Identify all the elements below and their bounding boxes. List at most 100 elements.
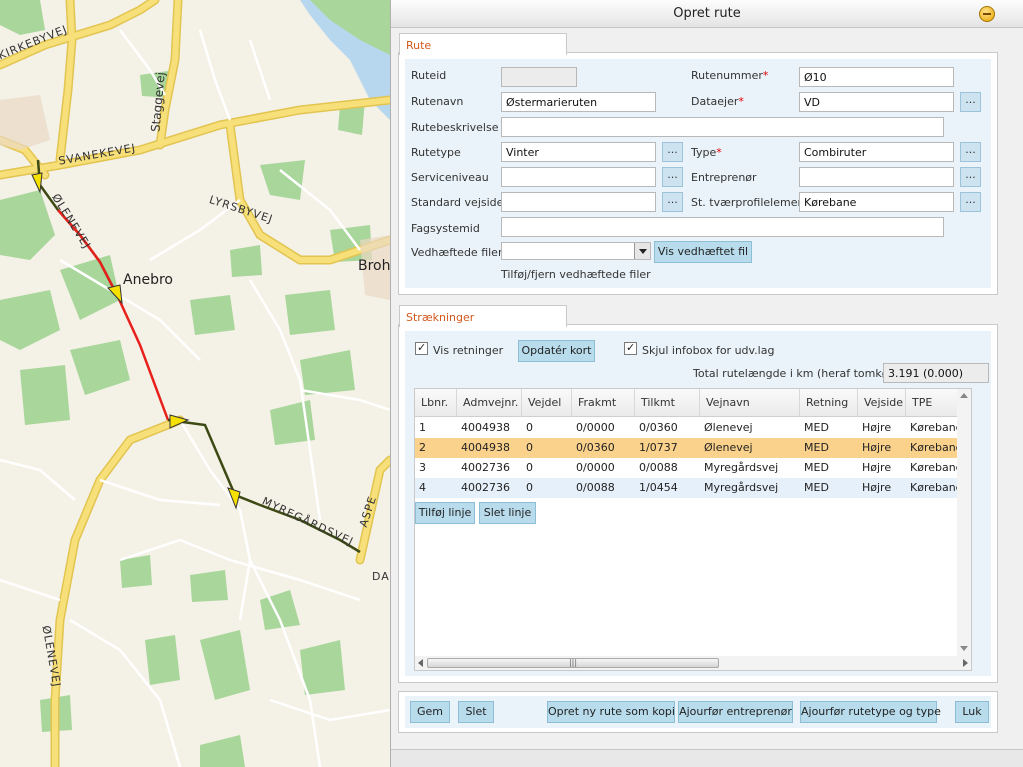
entreprenor-lookup-button[interactable]: ...: [960, 167, 981, 187]
serviceniveau-lookup-button[interactable]: ...: [662, 167, 683, 187]
slet-button[interactable]: Slet: [458, 701, 494, 723]
col-retning[interactable]: Retning: [800, 389, 858, 417]
cell: Højre: [862, 481, 892, 494]
dialog-title: Opret rute: [673, 6, 741, 21]
cell: 4004938: [461, 421, 510, 434]
col-vejnavn[interactable]: Vejnavn: [700, 389, 800, 417]
cell: 3: [419, 461, 426, 474]
cell: 1: [419, 421, 426, 434]
rutebeskrivelse-input[interactable]: [501, 117, 944, 137]
total-rutelaengde-label: Total rutelængde i km (heraf tomkørsel): [693, 367, 913, 380]
vis-retninger-label: Vis retninger: [433, 344, 504, 357]
cell: 2: [419, 441, 426, 454]
tilfoj-linje-button[interactable]: Tilføj linje: [415, 502, 475, 524]
cell: MED: [804, 441, 829, 454]
ruteid-label: Ruteid: [411, 69, 447, 82]
map-village: [0, 95, 50, 150]
grid-header: Lbnr. Admvejnr. Vejdel Frakmt Tilkmt Vej…: [415, 389, 970, 417]
vedhaeftede-filer-label: Vedhæftede filer:: [411, 246, 506, 259]
col-vejside[interactable]: Vejside: [858, 389, 906, 417]
dataejer-input[interactable]: [799, 92, 954, 112]
map-canvas[interactable]: [0, 0, 390, 767]
map-label-da: DA: [372, 570, 390, 583]
scroll-up-icon[interactable]: [960, 393, 968, 398]
ruteid-input: [501, 67, 577, 87]
rutebeskrivelse-label: Rutebeskrivelse: [411, 121, 499, 134]
col-tilkmt[interactable]: Tilkmt: [635, 389, 700, 417]
cell: 0: [526, 421, 533, 434]
col-lbnr[interactable]: Lbnr.: [415, 389, 457, 417]
rute-form: Ruteid Rutenummer* Rutenavn Dataejer* ..…: [405, 59, 991, 288]
dialog-titlebar[interactable]: Opret rute: [391, 0, 1023, 28]
standard-vejside-lookup-button[interactable]: ...: [662, 192, 683, 212]
opdater-kort-button[interactable]: Opdatér kort: [518, 340, 595, 362]
st-tvaerprofil-lookup-button[interactable]: ...: [960, 192, 981, 212]
col-vejdel[interactable]: Vejdel: [522, 389, 572, 417]
cell: 0/0088: [639, 461, 678, 474]
cell: Myregårdsvej: [704, 481, 779, 494]
rutenummer-label: Rutenummer*: [691, 69, 768, 82]
scroll-right-icon[interactable]: [963, 659, 968, 667]
cell: Ølenevej: [704, 441, 753, 454]
chevron-down-icon[interactable]: [634, 243, 650, 259]
grid-vertical-scrollbar[interactable]: [957, 389, 971, 657]
cell: Kørebane: [910, 481, 963, 494]
grid-horizontal-scrollbar[interactable]: |||: [415, 656, 971, 670]
dataejer-lookup-button[interactable]: ...: [960, 92, 981, 112]
scroll-down-icon[interactable]: [960, 646, 968, 651]
minimize-icon[interactable]: [979, 6, 995, 22]
cell: 4: [419, 481, 426, 494]
status-bar: [391, 749, 1023, 767]
map-label-anebro: Anebro: [123, 272, 173, 288]
table-row[interactable]: 3 4002736 0 0/0000 0/0088 Myregårdsvej M…: [415, 458, 970, 478]
col-admvejnr[interactable]: Admvejnr.: [457, 389, 522, 417]
table-row[interactable]: 4 4002736 0 0/0088 1/0454 Myregårdsvej M…: [415, 478, 970, 498]
opret-rute-dialog: Opret rute Rute Ruteid Rutenummer* Ruten…: [390, 0, 1023, 767]
luk-button[interactable]: Luk: [955, 701, 989, 723]
st-tvaerprofil-input[interactable]: [799, 192, 954, 212]
rutenavn-input[interactable]: [501, 92, 656, 112]
type-input[interactable]: [799, 142, 954, 162]
rutetype-label: Rutetype: [411, 146, 461, 159]
scroll-left-icon[interactable]: [418, 659, 423, 667]
serviceniveau-input[interactable]: [501, 167, 656, 187]
rute-panel: Rute Ruteid Rutenummer* Rutenavn Dataeje…: [398, 33, 998, 295]
vis-vedhaeftet-fil-button[interactable]: Vis vedhæftet fil: [654, 241, 752, 263]
rutetype-input[interactable]: [501, 142, 656, 162]
ajourfor-entreprenor-button[interactable]: Ajourfør entreprenør: [678, 701, 793, 723]
vis-retninger-checkbox[interactable]: [415, 341, 428, 355]
skjul-infobox-checkbox[interactable]: [624, 341, 637, 355]
table-row[interactable]: 1 4004938 0 0/0000 0/0360 Ølenevej MED H…: [415, 418, 970, 438]
tilfoj-fjern-vedhaeftede-link[interactable]: Tilføj/fjern vedhæftede filer: [501, 268, 651, 281]
ajourfor-rutetype-button[interactable]: Ajourfør rutetype og type: [800, 701, 941, 723]
scroll-thumb[interactable]: |||: [427, 658, 719, 668]
cell: 4004938: [461, 441, 510, 454]
st-tvaerprofil-label: St. tværprofilelement: [691, 196, 809, 209]
tab-straekninger[interactable]: Strækninger: [399, 305, 567, 327]
cell: MED: [804, 481, 829, 494]
table-row-selected[interactable]: 2 4004938 0 0/0360 1/0737 Ølenevej MED H…: [415, 438, 970, 458]
col-frakmt[interactable]: Frakmt: [572, 389, 635, 417]
tab-rute[interactable]: Rute: [399, 33, 567, 55]
straekninger-grid[interactable]: Lbnr. Admvejnr. Vejdel Frakmt Tilkmt Vej…: [414, 388, 972, 671]
opret-kopi-button[interactable]: Opret ny rute som kopi: [547, 701, 675, 723]
entreprenor-input[interactable]: [799, 167, 954, 187]
vedhaeftede-filer-select[interactable]: [501, 242, 651, 260]
gem-button[interactable]: Gem: [410, 701, 450, 723]
rutetype-lookup-button[interactable]: ...: [662, 142, 683, 162]
required-mark: *: [716, 146, 722, 159]
fagsystemid-input[interactable]: [501, 217, 944, 237]
total-rutelaengde-value: [883, 363, 989, 383]
entreprenor-label: Entreprenør: [691, 171, 757, 184]
standard-vejside-input[interactable]: [501, 192, 656, 212]
cell: 0/0000: [576, 461, 615, 474]
cell: Kørebane: [910, 461, 963, 474]
required-mark: *: [762, 69, 769, 82]
dataejer-label: Dataejer*: [691, 95, 744, 108]
cell: 0/0360: [576, 441, 615, 454]
rutenummer-input[interactable]: [799, 67, 954, 87]
slet-linje-button[interactable]: Slet linje: [479, 502, 536, 524]
map-view[interactable]: KIRKEBYVEJ SVANEKEVEJ Staggevej LYRSBYVE…: [0, 0, 390, 767]
cell: MED: [804, 421, 829, 434]
type-lookup-button[interactable]: ...: [960, 142, 981, 162]
